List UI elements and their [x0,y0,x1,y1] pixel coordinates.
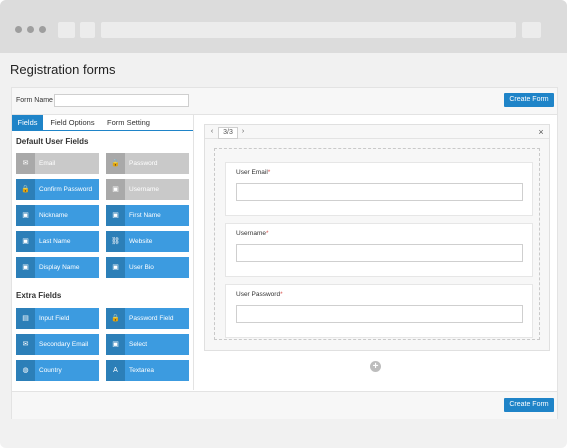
browser-tab[interactable] [58,22,75,38]
link-icon: ⛓ [106,231,125,252]
field-button-label: Select [129,341,148,348]
bottom-bar: Create Form [12,391,557,419]
window-dot-icon[interactable] [15,26,22,33]
username-input[interactable] [236,244,523,262]
field-button-password[interactable]: 🔒 Password [106,153,189,174]
form-field-username[interactable]: Username* [225,223,533,277]
field-button-label: Last Name [39,238,71,245]
page-title: Registration forms [10,62,116,77]
add-page-icon[interactable]: + [370,361,381,372]
field-button-label: Email [39,160,56,167]
form-field-user-email[interactable]: User Email* [225,162,533,216]
field-button-username[interactable]: ▣ Username [106,179,189,200]
field-button-password-field[interactable]: 🔒 Password Field [106,308,189,329]
form-name-input[interactable] [54,94,189,107]
field-button-label: First Name [129,212,161,219]
field-button-nickname[interactable]: ▣ Nickname [16,205,99,226]
user-email-input[interactable] [236,183,523,201]
field-label: User Email* [236,169,271,176]
create-form-button-bottom[interactable]: Create Form [504,398,554,412]
tab-field-options[interactable]: Field Options [45,115,100,130]
window-dot-icon[interactable] [27,26,34,33]
id-card-icon: ▣ [16,205,35,226]
field-button-label: Country [39,367,62,374]
envelope-icon: ✉ [16,153,35,174]
id-card-icon: ▣ [106,257,125,278]
create-form-button-top[interactable]: Create Form [504,93,554,107]
browser-window: Registration forms Form Name Create Form… [0,0,567,448]
lock-icon: 🔒 [106,153,125,174]
lock-icon: 🔒 [106,308,125,329]
fields-panel: Fields Field Options Form Setting Defaul… [12,115,194,390]
field-button-label: Password [129,160,158,167]
address-bar[interactable] [101,22,516,38]
lock-icon: 🔒 [16,179,35,200]
field-button-select[interactable]: ▣ Select [106,334,189,355]
window-dot-icon[interactable] [39,26,46,33]
field-button-email[interactable]: ✉ Email [16,153,99,174]
user-password-input[interactable] [236,305,523,323]
tab-form-setting[interactable]: Form Setting [102,115,155,130]
canvas-toolbar: ‹ 3/3 › × [205,125,549,139]
form-canvas: ‹ 3/3 › × User Email* Username* User Pas… [204,124,550,351]
id-card-icon: ▣ [16,231,35,252]
field-button-first-name[interactable]: ▣ First Name [106,205,189,226]
section-title-default: Default User Fields [16,137,89,146]
form-name-label: Form Name [16,97,53,104]
field-label: Username* [236,230,269,237]
browser-menu-button[interactable] [522,22,541,38]
field-button-label: Password Field [129,315,174,322]
field-button-label: Input Field [39,315,70,322]
tabs-underline [12,130,193,131]
field-button-website[interactable]: ⛓ Website [106,231,189,252]
id-card-icon: ▣ [106,334,125,355]
field-button-label: Textarea [129,367,154,374]
section-title-extra: Extra Fields [16,291,62,300]
browser-tab[interactable] [80,22,95,38]
form-builder: Form Name Create Form Fields Field Optio… [11,87,558,419]
field-button-display-name[interactable]: ▣ Display Name [16,257,99,278]
field-button-label: Confirm Password [39,186,93,193]
page-indicator: 3/3 [218,127,238,139]
globe-icon: ◍ [16,360,35,381]
field-button-input-field[interactable]: ▤ Input Field [16,308,99,329]
field-button-user-bio[interactable]: ▣ User Bio [106,257,189,278]
field-button-label: Secondary Email [39,341,89,348]
form-field-user-password[interactable]: User Password* [225,284,533,338]
close-icon[interactable]: × [536,127,546,137]
tab-fields[interactable]: Fields [12,115,43,130]
chevron-right-icon[interactable]: › [238,127,248,137]
field-button-country[interactable]: ◍ Country [16,360,99,381]
field-label: User Password* [236,291,283,298]
field-button-last-name[interactable]: ▣ Last Name [16,231,99,252]
form-name-bar: Form Name Create Form [12,88,557,115]
document-icon: ▤ [16,308,35,329]
browser-chrome [0,0,567,53]
id-card-icon: ▣ [106,205,125,226]
field-button-label: Website [129,238,153,245]
drop-zone[interactable]: User Email* Username* User Password* [214,148,540,340]
field-button-label: Username [129,186,159,193]
field-button-confirm-password[interactable]: 🔒 Confirm Password [16,179,99,200]
field-button-textarea[interactable]: A Textarea [106,360,189,381]
field-button-label: Nickname [39,212,68,219]
field-button-label: Display Name [39,264,80,271]
text-icon: A [106,360,125,381]
chevron-left-icon[interactable]: ‹ [207,127,217,137]
field-button-secondary-email[interactable]: ✉ Secondary Email [16,334,99,355]
id-card-icon: ▣ [106,179,125,200]
id-card-icon: ▣ [16,257,35,278]
envelope-icon: ✉ [16,334,35,355]
field-button-label: User Bio [129,264,154,271]
